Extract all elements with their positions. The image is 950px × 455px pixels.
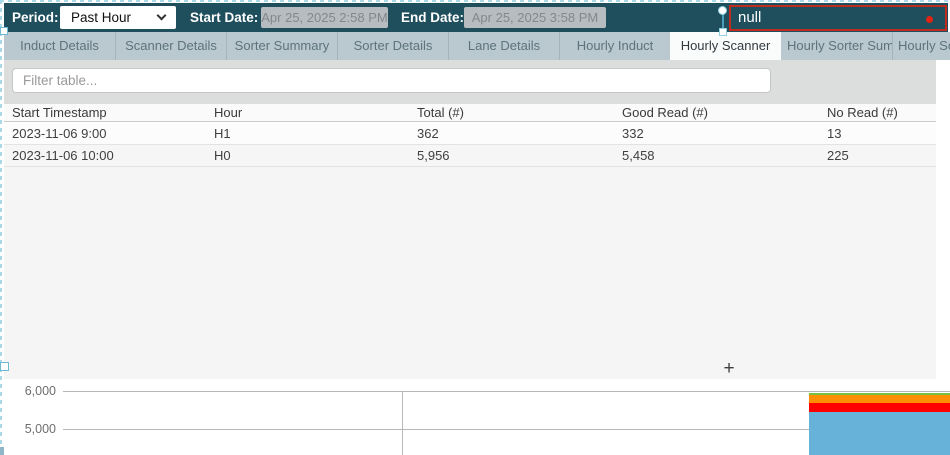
period-label: Period: (12, 3, 59, 32)
anchor-square-handle[interactable] (719, 28, 727, 36)
cell-good-read: 332 (614, 123, 819, 144)
column-header-total[interactable]: Total (#) (409, 104, 614, 121)
tab-sorter-details[interactable]: Sorter Details (338, 32, 449, 60)
table-row[interactable]: 2023-11-06 10:00 H0 5,956 5,458 225 (4, 145, 950, 167)
record-dot-icon (926, 16, 933, 23)
stacked-bar (809, 379, 950, 455)
selection-handle[interactable] (0, 447, 4, 455)
start-date-input[interactable] (261, 7, 388, 28)
tab-hourly-sorter[interactable]: Hourly Sort (893, 32, 950, 60)
period-select[interactable]: Past Hour (60, 6, 176, 29)
cell-no-read: 13 (819, 123, 950, 144)
bar-segment-orange-segment (809, 395, 950, 403)
vertical-scrollbar-track[interactable] (936, 60, 950, 379)
tab-bar: Induct Details Scanner Details Sorter Su… (4, 32, 950, 60)
cell-hour: H1 (206, 123, 409, 144)
selection-handle[interactable] (0, 27, 8, 35)
cell-start-timestamp: 2023-11-06 10:00 (4, 145, 206, 166)
filter-bar (4, 60, 950, 104)
tab-sorter-summary[interactable]: Sorter Summary (227, 32, 338, 60)
cell-no-read: 225 (819, 145, 950, 166)
filter-table-input[interactable] (12, 68, 771, 93)
table-empty-area: + (4, 167, 950, 379)
tab-induct-details[interactable]: Induct Details (4, 32, 116, 60)
table-header: Start Timestamp Hour Total (#) Good Read… (4, 104, 950, 122)
y-axis-tick-5000: 5,000 (0, 422, 56, 436)
hourly-scanner-chart: 6,000 5,000 (0, 379, 950, 455)
tab-scanner-details[interactable]: Scanner Details (116, 32, 227, 60)
anchor-circle-handle[interactable] (718, 6, 727, 15)
selection-border-left (0, 0, 2, 455)
table-row[interactable]: 2023-11-06 9:00 H1 362 332 13 (4, 123, 950, 145)
chevron-down-icon (157, 11, 167, 21)
column-header-hour[interactable]: Hour (206, 104, 409, 121)
selection-border-top (0, 0, 950, 2)
annotation-null-text: null (738, 9, 761, 26)
tab-lane-details[interactable]: Lane Details (449, 32, 560, 60)
bar-segment-no-read (809, 403, 950, 412)
y-axis-tick-6000: 6,000 (0, 384, 56, 398)
bar-segment-good-read (809, 412, 950, 455)
tab-hourly-induct[interactable]: Hourly Induct (560, 32, 670, 60)
column-header-good-read[interactable]: Good Read (#) (614, 104, 819, 121)
period-select-value: Past Hour (71, 10, 131, 25)
column-header-no-read[interactable]: No Read (#) (819, 104, 950, 121)
tab-hourly-scanner[interactable]: Hourly Scanner (670, 32, 781, 60)
end-date-label: End Date: (401, 3, 464, 32)
cell-start-timestamp: 2023-11-06 9:00 (4, 123, 206, 144)
cell-total: 5,956 (409, 145, 614, 166)
category-split-line (402, 391, 403, 455)
tab-hourly-sorter-summary[interactable]: Hourly Sorter Summar (781, 32, 893, 60)
column-header-start-timestamp[interactable]: Start Timestamp (4, 104, 206, 121)
cell-total: 362 (409, 123, 614, 144)
annotation-null-field[interactable]: null (729, 5, 947, 31)
selection-handle[interactable] (0, 362, 9, 371)
end-date-input[interactable] (464, 7, 606, 28)
add-button[interactable]: + (714, 360, 744, 378)
cell-good-read: 5,458 (614, 145, 819, 166)
cell-hour: H0 (206, 145, 409, 166)
app-window: Period: Past Hour Start Date: End Date: … (0, 0, 950, 455)
start-date-label: Start Date: (190, 3, 258, 32)
